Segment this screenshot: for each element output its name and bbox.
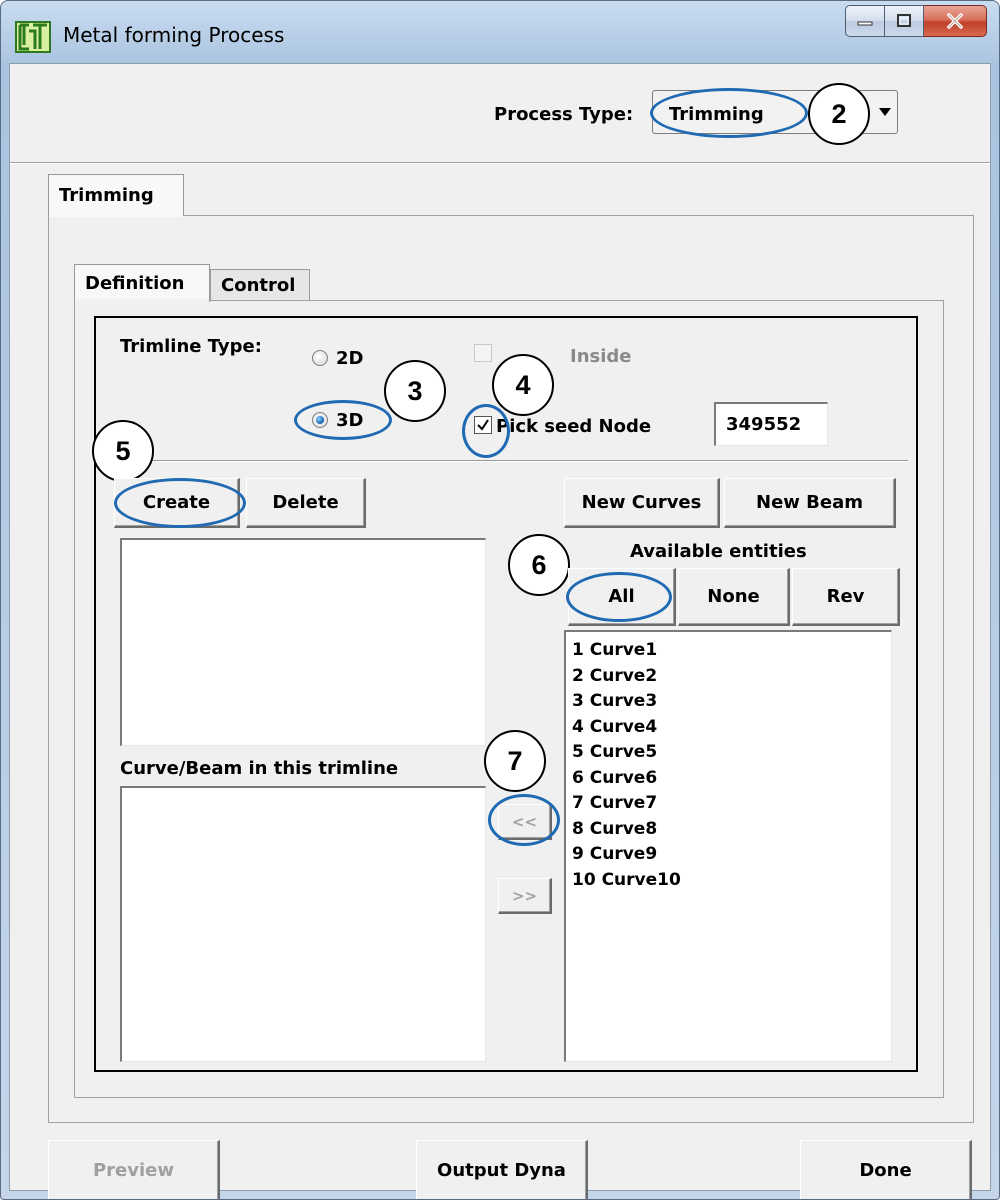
minimize-icon <box>857 21 873 26</box>
create-button[interactable]: Create <box>114 478 240 528</box>
list-item[interactable]: 1 Curve1 <box>572 638 681 664</box>
list-item[interactable]: 10 Curve10 <box>572 868 681 894</box>
move-left-button[interactable]: << <box>498 804 552 840</box>
available-entities-items: 1 Curve1 2 Curve2 3 Curve3 4 Curve4 5 Curve5… <box>572 638 681 893</box>
output-dyna-button[interactable]: Output Dyna <box>416 1140 588 1199</box>
maximize-button[interactable] <box>885 5 924 37</box>
curve-beam-label: Curve/Beam in this trimline <box>120 758 399 779</box>
process-type-label: Process Type: <box>494 104 634 125</box>
inside-checkbox[interactable] <box>474 344 492 362</box>
seed-node-field[interactable]: 349552 <box>714 402 828 446</box>
list-item[interactable]: 3 Curve3 <box>572 689 681 715</box>
callout-5: 5 <box>92 420 154 482</box>
rev-button[interactable]: Rev <box>792 568 900 626</box>
maximize-icon <box>897 14 911 27</box>
list-item[interactable]: 4 Curve4 <box>572 715 681 741</box>
header-separator <box>10 162 990 164</box>
tab-join <box>49 214 183 217</box>
app-logo-icon <box>15 21 51 53</box>
minimize-button[interactable] <box>845 5 885 37</box>
tab-trimming[interactable]: Trimming <box>48 174 184 216</box>
move-right-button[interactable]: >> <box>498 878 552 914</box>
radio-3d[interactable] <box>312 412 328 428</box>
pick-seed-node-checkbox[interactable] <box>474 416 492 434</box>
callout-7: 7 <box>484 730 546 792</box>
trimline-list[interactable] <box>120 538 486 746</box>
list-item[interactable]: 8 Curve8 <box>572 817 681 843</box>
done-button[interactable]: Done <box>800 1140 972 1199</box>
radio-2d-label: 2D <box>336 348 364 369</box>
list-item[interactable]: 9 Curve9 <box>572 842 681 868</box>
inside-label: Inside <box>570 346 632 367</box>
list-item[interactable]: 2 Curve2 <box>572 664 681 690</box>
tab-definition[interactable]: Definition <box>74 264 210 302</box>
tab-control[interactable]: Control <box>210 269 310 301</box>
delete-button[interactable]: Delete <box>246 478 366 528</box>
checkmark-icon <box>477 419 489 431</box>
callout-6: 6 <box>508 534 570 596</box>
pick-seed-node-label: Pick seed Node <box>496 416 652 437</box>
list-item[interactable]: 6 Curve6 <box>572 766 681 792</box>
callout-3: 3 <box>384 360 446 422</box>
preview-button[interactable]: Preview <box>48 1140 220 1199</box>
curve-beam-list[interactable] <box>120 786 486 1062</box>
available-entities-label: Available entities <box>630 541 807 562</box>
list-item[interactable]: 5 Curve5 <box>572 740 681 766</box>
trimline-type-label: Trimline Type: <box>120 336 262 357</box>
all-button[interactable]: All <box>568 568 676 626</box>
new-beam-button[interactable]: New Beam <box>724 478 896 528</box>
callout-4: 4 <box>492 354 554 416</box>
radio-3d-label: 3D <box>336 410 364 431</box>
client-area: Process Type: Trimming 2 Trimming Defini… <box>9 63 991 1199</box>
process-type-value: Trimming <box>669 104 764 125</box>
callout-2: 2 <box>808 83 870 145</box>
available-entities-list[interactable]: 1 Curve1 2 Curve2 3 Curve3 4 Curve4 5 Curve5… <box>564 630 892 1062</box>
metal-forming-window: Metal forming Process Process Type: Trim… <box>0 0 1000 1200</box>
inner-tab-join <box>75 299 209 302</box>
radio-2d[interactable] <box>312 350 328 366</box>
window-title: Metal forming Process <box>63 23 285 47</box>
seed-node-value: 349552 <box>726 414 802 435</box>
none-button[interactable]: None <box>678 568 790 626</box>
close-icon <box>947 13 963 29</box>
chevron-down-icon <box>879 108 891 116</box>
trimline-separator <box>108 460 908 462</box>
list-item[interactable]: 7 Curve7 <box>572 791 681 817</box>
caption-buttons <box>845 5 987 39</box>
new-curves-button[interactable]: New Curves <box>564 478 720 528</box>
title-bar[interactable]: Metal forming Process <box>1 1 999 63</box>
close-button[interactable] <box>924 5 987 37</box>
